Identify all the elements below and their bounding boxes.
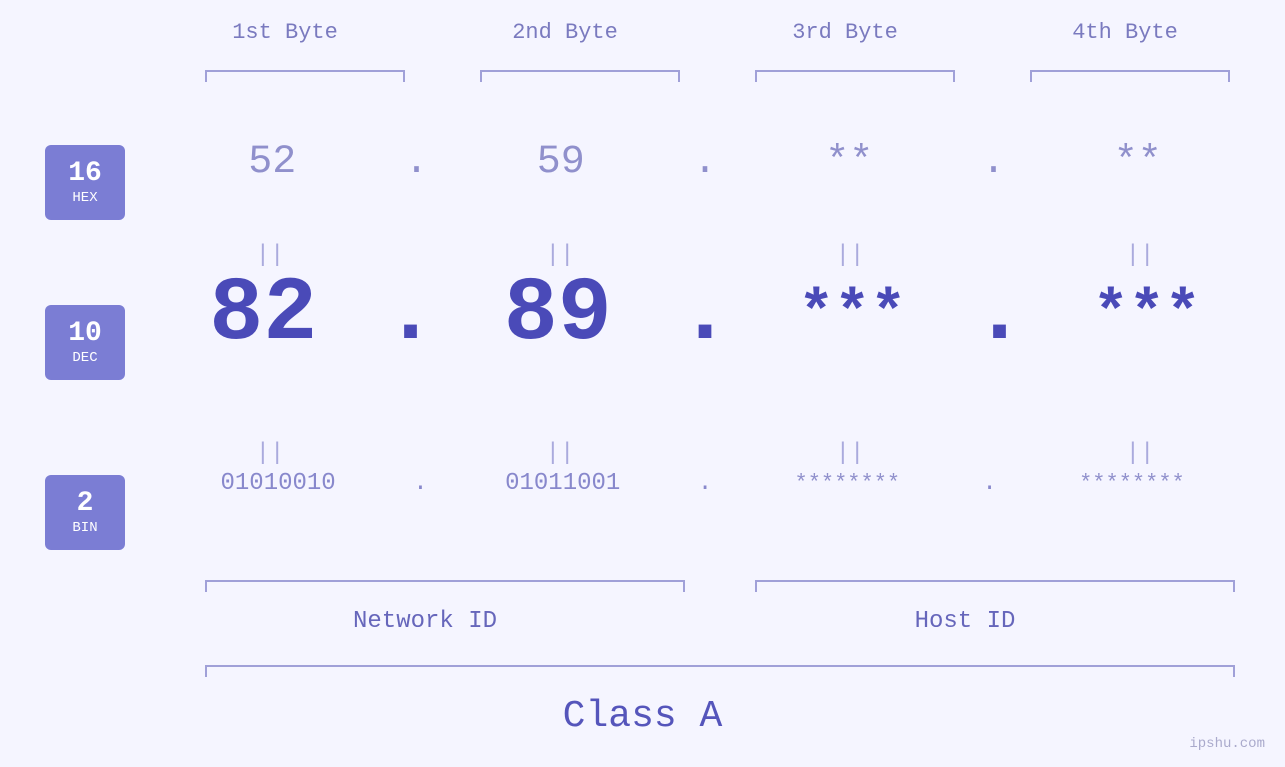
- bin-val1: 01010010: [145, 470, 411, 497]
- byte4-top-bracket: [1030, 70, 1230, 72]
- byte2-header: 2nd Byte: [425, 20, 705, 45]
- eq1-4: ||: [1015, 242, 1265, 269]
- dec-val2: 89: [440, 270, 676, 360]
- bin-dot3: .: [980, 470, 998, 497]
- bin-dot2: .: [696, 470, 714, 497]
- eq-row2: || || || ||: [145, 440, 1265, 467]
- bin-row: 01010010 . 01011001 . ******** . *******…: [145, 470, 1265, 497]
- eq2-4: ||: [1015, 440, 1265, 467]
- dec-badge: 10 DEC: [45, 305, 125, 380]
- network-id-bracket: [205, 580, 685, 582]
- hex-val1: 52: [145, 140, 399, 185]
- dec-val3: ***: [734, 273, 970, 357]
- class-bracket: [205, 665, 1235, 667]
- dec-dot2: .: [676, 270, 734, 360]
- hex-dot2: .: [688, 140, 722, 185]
- hex-badge-label: HEX: [72, 190, 97, 206]
- main-container: 1st Byte 2nd Byte 3rd Byte 4th Byte 16 H…: [0, 0, 1285, 767]
- network-id-label: Network ID: [145, 608, 705, 635]
- hex-badge-number: 16: [68, 159, 102, 190]
- hex-val4: **: [1011, 140, 1265, 185]
- bin-badge: 2 BIN: [45, 475, 125, 550]
- byte3-header: 3rd Byte: [705, 20, 985, 45]
- bin-badge-number: 2: [77, 489, 94, 520]
- dec-badge-label: DEC: [72, 350, 97, 366]
- hex-row: 52 . 59 . ** . **: [145, 140, 1265, 185]
- dec-badge-number: 10: [68, 319, 102, 350]
- watermark: ipshu.com: [1189, 736, 1265, 752]
- bin-val4: ********: [999, 471, 1265, 496]
- byte3-top-bracket: [755, 70, 955, 72]
- dec-val4: ***: [1029, 273, 1265, 357]
- bin-val3: ********: [714, 471, 980, 496]
- hex-val3: **: [722, 140, 976, 185]
- byte1-header: 1st Byte: [145, 20, 425, 45]
- eq2-1: ||: [145, 440, 395, 467]
- host-id-label: Host ID: [680, 608, 1250, 635]
- byte2-top-bracket: [480, 70, 680, 72]
- eq1-3: ||: [725, 242, 975, 269]
- bin-badge-label: BIN: [72, 520, 97, 536]
- bin-dot1: .: [411, 470, 429, 497]
- dec-row: 82 . 89 . *** . ***: [145, 270, 1265, 360]
- byte4-header: 4th Byte: [985, 20, 1265, 45]
- hex-dot1: .: [399, 140, 433, 185]
- bin-val2: 01011001: [430, 470, 696, 497]
- hex-dot3: .: [976, 140, 1010, 185]
- eq2-3: ||: [725, 440, 975, 467]
- byte1-top-bracket: [205, 70, 405, 72]
- dec-val1: 82: [145, 270, 381, 360]
- host-id-bracket: [755, 580, 1235, 582]
- dec-dot3: .: [970, 270, 1028, 360]
- eq2-2: ||: [435, 440, 685, 467]
- class-a-label: Class A: [145, 695, 1140, 738]
- hex-val2: 59: [434, 140, 688, 185]
- dec-dot1: .: [381, 270, 439, 360]
- byte-headers-row: 1st Byte 2nd Byte 3rd Byte 4th Byte: [145, 20, 1265, 45]
- hex-badge: 16 HEX: [45, 145, 125, 220]
